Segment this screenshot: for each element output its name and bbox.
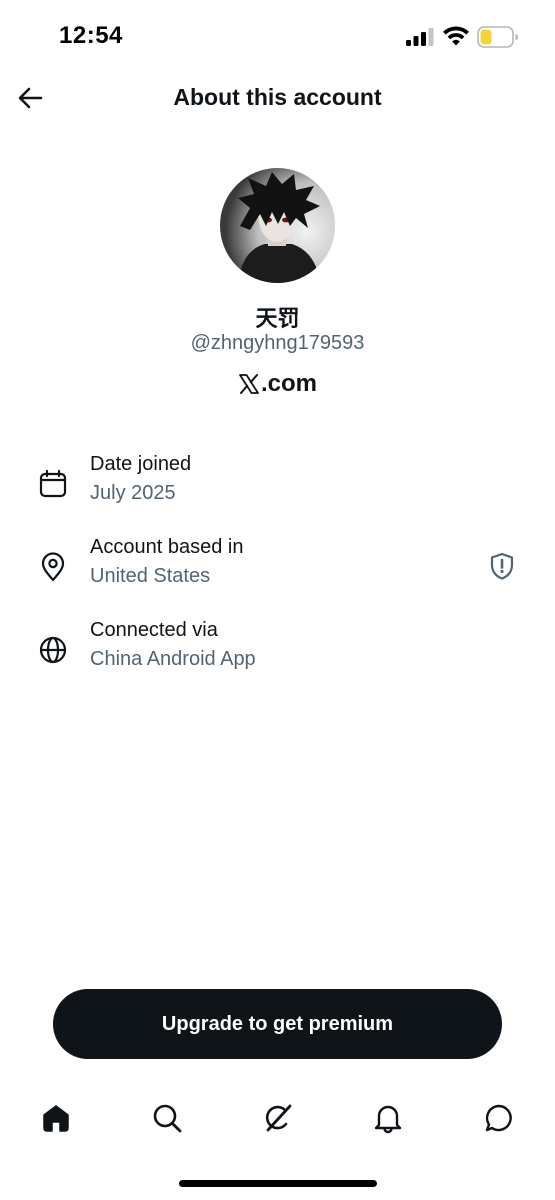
- display-name: 天罚: [255, 307, 300, 332]
- notifications-bell-icon: [374, 1105, 402, 1134]
- tab-messages[interactable]: [477, 1096, 521, 1140]
- info-row-connected-via: Connected via China Android App: [0, 619, 555, 689]
- wifi-icon: [443, 26, 469, 46]
- status-time: 12:54: [59, 22, 123, 49]
- cellular-signal-icon: [406, 28, 434, 46]
- home-icon: [43, 1105, 69, 1132]
- messages-icon: [485, 1104, 512, 1132]
- info-label: Account based in: [90, 536, 244, 558]
- grok-icon: [265, 1104, 292, 1132]
- info-row-date-joined: Date joined July 2025: [0, 453, 555, 523]
- page-title: About this account: [173, 84, 382, 110]
- site-label: .com: [0, 370, 555, 398]
- info-value: China Android App: [90, 648, 256, 670]
- calendar-icon: [39, 469, 67, 498]
- upgrade-premium-label: Upgrade to get premium: [161, 1012, 394, 1035]
- shield-alert-icon: [490, 552, 514, 580]
- info-label: Date joined: [90, 453, 192, 475]
- top-header: About this account: [0, 72, 555, 128]
- search-icon: [153, 1104, 182, 1133]
- location-pin-icon: [41, 552, 65, 582]
- info-label: Connected via: [90, 619, 218, 641]
- anime-avatar-image: [220, 168, 335, 283]
- profile-avatar: [220, 168, 335, 283]
- home-indicator: [179, 1180, 377, 1187]
- info-value: United States: [90, 565, 211, 587]
- status-bar: 12:54: [0, 0, 555, 70]
- globe-icon: [39, 636, 67, 664]
- battery-low-icon: [477, 26, 518, 48]
- region-info-button[interactable]: [484, 548, 520, 584]
- tab-home[interactable]: [34, 1096, 78, 1140]
- info-row-account-based-in: Account based in United States: [0, 536, 555, 606]
- tab-search[interactable]: [145, 1096, 189, 1140]
- upgrade-premium-button[interactable]: Upgrade to get premium: [53, 989, 502, 1059]
- site-text: .com: [260, 370, 317, 397]
- tab-grok[interactable]: [256, 1096, 300, 1140]
- username-handle: @zhngyhng179593: [190, 332, 365, 354]
- tab-notifications[interactable]: [366, 1096, 410, 1140]
- about-account-screen: 12:54 About this account 天罚 @zhngyhng179…: [0, 0, 555, 1200]
- x-logo-icon: [239, 374, 259, 394]
- info-value: July 2025: [90, 482, 176, 504]
- bottom-tab-bar: [0, 1090, 555, 1146]
